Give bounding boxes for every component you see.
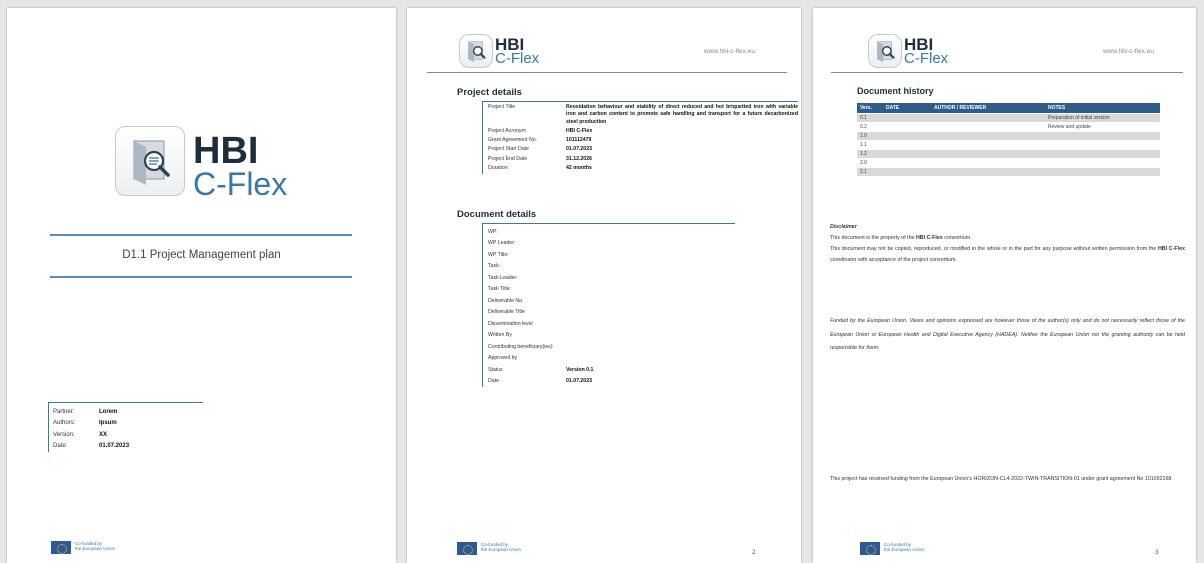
detail-row: Status Version 0.1 — [488, 366, 594, 373]
title-rule-top — [50, 234, 352, 236]
header-rule — [427, 72, 787, 73]
eu-flag-icon — [51, 541, 71, 554]
header-url: www.hbi-c-flex.eu — [1103, 48, 1154, 55]
table-row: 0.1 Preparation of initial version — [857, 113, 1160, 123]
logo-cflex-text: C-Flex — [904, 50, 949, 67]
document-history-heading: Document history — [857, 86, 934, 96]
detail-row: Project Title Reoxidation behaviour and s… — [488, 104, 798, 125]
document-title: D1.1 Project Management plan — [122, 249, 281, 261]
eu-cofunded-label: Co-funded by the European Union — [75, 541, 116, 551]
info-row: Partner: Lorem — [53, 408, 118, 415]
detail-row: Deliverable Title — [488, 309, 525, 316]
disclaimer-heading: Disclaimer — [830, 224, 857, 230]
history-page: HBI C-Flex www.hbi-c-flex.eu Document hi… — [813, 8, 1196, 563]
table-row: 0.2 Review and update — [857, 122, 1160, 132]
logo-icon — [115, 126, 185, 196]
details-page: HBI C-Flex www.hbi-c-flex.eu Project det… — [407, 8, 801, 563]
logo-hbi-text: HBI — [193, 130, 259, 172]
project-details-heading: Project details — [457, 87, 522, 98]
detail-row: Written By — [488, 332, 512, 339]
table-row: 1.1 — [857, 140, 1160, 150]
disclaimer-section: Disclaimer This document is the property… — [830, 222, 1185, 266]
document-details-heading: Document details — [457, 209, 537, 220]
table-row: 1.2 — [857, 149, 1160, 159]
detail-row: WP Leader: — [488, 240, 516, 247]
eu-flag-icon — [457, 542, 477, 555]
detail-row: WP Title: — [488, 251, 509, 258]
eu-cofunded-label: Co-funded by the European Union — [884, 542, 925, 552]
page-number: 3 — [1155, 549, 1159, 556]
detail-row: Project Start Date 01.07.2023 — [488, 146, 592, 153]
detail-row: WP: — [488, 228, 498, 235]
info-row: Date: 01.07.2023 — [53, 443, 130, 450]
cover-page: HBI C-Flex D1.1 Project Management plan … — [7, 8, 396, 563]
document-details-block: WP: WP Leader: WP Title: Task: Task Lead… — [482, 223, 735, 387]
detail-row: Dissemination level — [488, 320, 533, 327]
info-row: Version: XX — [53, 431, 108, 438]
detail-row: Project Acronym HBI C-Flex — [488, 127, 593, 134]
title-rule-bottom — [50, 276, 352, 278]
detail-row: Task Leader: — [488, 274, 518, 281]
detail-row: Task: — [488, 263, 501, 270]
detail-row: Duration 42 months — [488, 165, 592, 172]
detail-row: Deliverable No. — [488, 297, 524, 304]
table-row: 2.0 — [857, 158, 1160, 168]
detail-row: Contributing beneficiary(ies) — [488, 343, 553, 350]
detail-row: Grant Agreement No. 101112479 — [488, 137, 592, 144]
eu-flag-icon — [860, 542, 880, 555]
logo-icon — [459, 34, 493, 68]
detail-row: Project End Date 31.12.2026 — [488, 155, 592, 162]
document-history-table: Vers. DATE AUTHOR / REVIEWER NOTES 0.1 Pr… — [857, 103, 1160, 176]
info-row: Authors: Ipsum — [53, 420, 117, 427]
disclaimer-line-1: This document is the property of the HBI… — [830, 235, 972, 241]
project-details-block: Project Title Reoxidation behaviour and s… — [482, 101, 798, 175]
header-rule — [831, 72, 1183, 73]
detail-row: Date 01.07.2023 — [488, 378, 592, 385]
disclaimer-line-2: This document may not be copied, reprodu… — [830, 246, 1185, 263]
table-row: 2.1 — [857, 167, 1160, 176]
eu-cofunded-label: Co-funded by the European Union — [481, 542, 522, 552]
eu-funding-disclaimer: Funded by the European Union. Views and … — [830, 318, 1185, 351]
header-url: www.hbi-c-flex.eu — [704, 48, 755, 55]
cover-info-block: Partner: Lorem Authors: Ipsum Version: XX D… — [48, 402, 203, 452]
logo-icon — [868, 34, 902, 68]
table-header-row: Vers. DATE AUTHOR / REVIEWER NOTES — [857, 103, 1160, 114]
detail-row: Task Title: — [488, 286, 512, 293]
logo-cflex-text: C-Flex — [193, 166, 288, 202]
detail-row: Approved by — [488, 355, 518, 362]
table-row: 1.0 — [857, 131, 1160, 141]
logo-cflex-text: C-Flex — [495, 50, 540, 67]
page-number: 2 — [752, 549, 756, 556]
grant-statement: This project has received funding from t… — [830, 476, 1173, 482]
